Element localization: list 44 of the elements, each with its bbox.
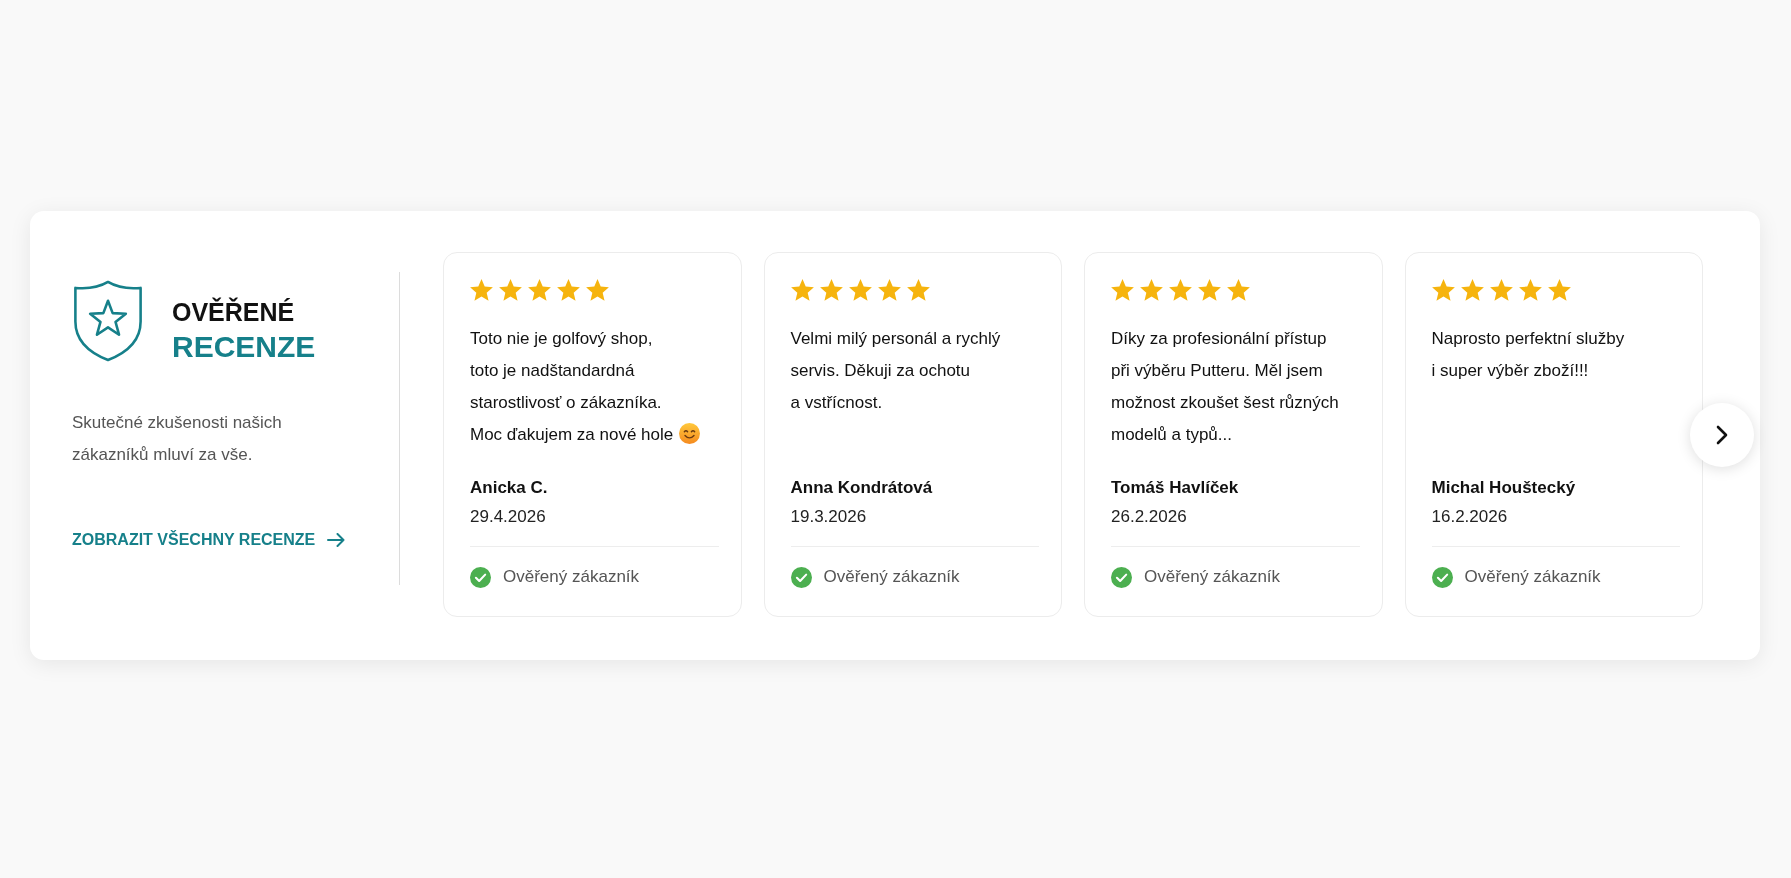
verified-label: Ověřený zákazník xyxy=(823,566,960,588)
star-icon xyxy=(528,279,551,301)
shield-star-icon xyxy=(72,280,144,363)
verified-label: Ověřený zákazník xyxy=(1144,566,1281,588)
star-icon xyxy=(1460,279,1484,301)
star-icon xyxy=(1547,279,1571,301)
star-icon xyxy=(1227,279,1250,301)
review-text: Velmi milý personál a rychlý servis. Děkuji za ochotu a vstřícnost. xyxy=(790,329,1001,412)
star-icon xyxy=(1431,279,1455,301)
heading-text: RECENZE xyxy=(172,329,316,365)
verified-label: Ověřený zákazník xyxy=(503,566,640,588)
review-date: 16.2.2026 xyxy=(1431,506,1508,528)
review-date: 29.4.2026 xyxy=(470,506,546,528)
all-reviews-link[interactable]: ZOBRAZIT VŠECHNY RECENZE xyxy=(72,528,346,552)
review-text: Naprosto perfektní služby i super výběr zboží!!! xyxy=(1431,329,1625,380)
verified-label: Ověřený zákazník xyxy=(1464,566,1601,588)
star-icon xyxy=(1198,279,1221,301)
star-icon xyxy=(848,279,872,301)
star-icon xyxy=(1518,279,1542,301)
arrow-right-icon xyxy=(327,533,346,547)
star-icon xyxy=(1169,279,1192,301)
star-icon xyxy=(1140,279,1163,301)
next-button[interactable] xyxy=(1690,403,1754,467)
reviewer-name: Michal Houštecký xyxy=(1431,477,1576,499)
review-text: Díky za profesionální přístup při výběru Putteru. Měl jsem možnost zkoušet šest různých modelů a typů... xyxy=(1111,329,1339,444)
chevron-right-icon xyxy=(1716,425,1728,445)
reviewer-name: Anicka C. xyxy=(470,477,548,499)
description-text: Skutečné zkušenosti našich zákazníků mluví za vše. xyxy=(72,412,282,466)
star-icon xyxy=(470,279,493,301)
review-text: Toto nie je golfový shop, toto je nadštandardná starostlivosť o zákazníka. Moc ďakujem za nové hole xyxy=(470,329,674,444)
star-icon xyxy=(1111,279,1134,301)
review-date: 19.3.2026 xyxy=(790,506,867,528)
star-icon xyxy=(557,279,580,301)
review-date: 26.2.2026 xyxy=(1111,506,1187,528)
star-icon xyxy=(586,279,609,301)
heading-text: OVĚŘENÉ xyxy=(172,297,295,327)
star-icon xyxy=(877,279,901,301)
reviewer-name: Tomáš Havlíček xyxy=(1111,477,1239,499)
star-icon xyxy=(1489,279,1513,301)
star-icon xyxy=(499,279,522,301)
star-icon xyxy=(819,279,843,301)
reviewer-name: Anna Kondrátová xyxy=(790,477,933,499)
star-icon xyxy=(906,279,930,301)
star-icon xyxy=(790,279,814,301)
